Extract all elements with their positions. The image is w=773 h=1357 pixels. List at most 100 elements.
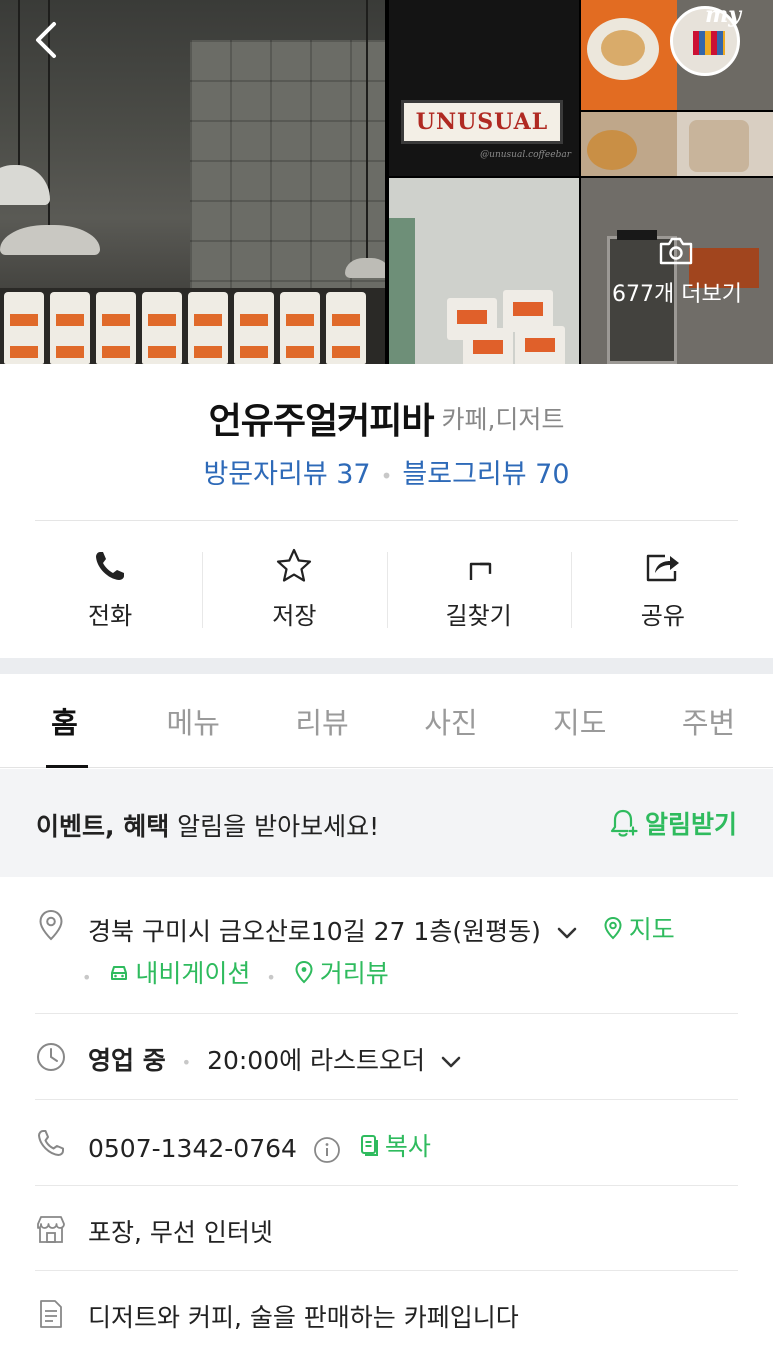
divider (35, 520, 738, 521)
share-label: 공유 (640, 602, 685, 630)
hours-line: 영업 중 • 20:00에 라스트오더 (88, 1041, 463, 1077)
navigation-link[interactable]: 내비게이션 (107, 954, 250, 990)
tab-reviews[interactable]: 리뷰 (258, 676, 387, 767)
photo-bagel[interactable] (581, 0, 677, 110)
notify-label: 알림받기 (644, 810, 737, 839)
banner-text: 이벤트, 혜택 알림을 받아보세요! (36, 807, 379, 843)
street-view-pin-icon (295, 960, 313, 984)
address-line: 경북 구미시 금오산로10길 27 1층(원평동) 지도 (88, 910, 675, 948)
navigation-label: 내비게이션 (135, 959, 251, 988)
pendant-lamp (0, 165, 50, 205)
call-label: 전화 (88, 602, 133, 630)
description-row: 디저트와 커피, 술을 판매하는 카페입니다 (0, 1271, 773, 1357)
phone-icon (96, 552, 125, 580)
share-button[interactable]: 공유 (570, 540, 755, 640)
cup-row (0, 292, 385, 364)
blog-reviews-link[interactable]: 블로그리뷰 70 (402, 459, 569, 490)
tab-photos[interactable]: 사진 (386, 676, 515, 767)
tile-wall (190, 40, 385, 290)
share-icon (646, 554, 679, 582)
star-icon (277, 548, 312, 582)
hours-row: 영업 중 • 20:00에 라스트오더 (0, 1014, 773, 1099)
map-link-label: 지도 (628, 915, 675, 944)
place-title-row: 언유주얼커피바 카페,디저트 (0, 392, 773, 444)
directions-button[interactable]: 길찾기 (386, 540, 571, 640)
car-icon (111, 966, 128, 980)
mug (515, 326, 565, 364)
store-sign: UNUSUAL (401, 100, 563, 144)
street-view-label: 거리뷰 (319, 959, 389, 988)
amenities-row: 포장, 무선 인터넷 (0, 1186, 773, 1271)
notification-banner: 이벤트, 혜택 알림을 받아보세요! 알림받기 (0, 769, 773, 877)
back-arrow-icon[interactable] (26, 18, 70, 62)
photo-pastry[interactable] (581, 112, 677, 176)
tab-bar: 홈 메뉴 리뷰 사진 지도 주변 (0, 676, 773, 768)
address-text: 경북 구미시 금오산로10길 27 1층(원평동) (88, 917, 541, 946)
lamp-cord (366, 0, 368, 258)
review-counts: 방문자리뷰 37 • 블로그리뷰 70 (0, 452, 773, 491)
document-icon (40, 1300, 62, 1328)
place-name: 언유주얼커피바 (208, 401, 435, 442)
copy-button[interactable]: 복사 (357, 1127, 431, 1163)
sign-subtext: @unusual.coffeebar (480, 150, 571, 160)
photo-drink[interactable] (677, 112, 773, 176)
notify-button[interactable]: 알림받기 (607, 805, 737, 841)
place-category: 카페,디저트 (441, 405, 565, 434)
save-button[interactable]: 저장 (202, 540, 386, 640)
street-view-link[interactable]: 거리뷰 (292, 954, 389, 990)
visitor-reviews-link[interactable]: 방문자리뷰 37 (203, 459, 370, 490)
separator-dot: • (82, 967, 92, 987)
tab-menu[interactable]: 메뉴 (129, 676, 258, 767)
separator-dot: • (380, 463, 393, 488)
lamp-cord (18, 0, 20, 165)
chevron-down-icon[interactable] (555, 921, 579, 945)
directions-icon (469, 562, 491, 580)
banner-rest: 알림을 받아보세요! (169, 812, 380, 841)
phone-row: 0507-1342-0764 복사 (0, 1100, 773, 1185)
store-icon (37, 1216, 65, 1243)
mug (463, 328, 513, 364)
map-pin-icon (604, 916, 622, 940)
my-label: my (705, 2, 742, 28)
separator-dot: • (266, 967, 276, 987)
avatar-image (693, 31, 725, 55)
bell-plus-icon (610, 809, 638, 837)
more-photos-link[interactable]: 677개 더보기 (581, 276, 773, 308)
tab-nearby[interactable]: 주변 (644, 676, 773, 767)
pendant-lamp (0, 225, 100, 255)
photo-gallery[interactable]: UNUSUAL @unusual.coffeebar my 677개 더보기 (0, 0, 773, 364)
phone-number[interactable]: 0507-1342-0764 (88, 1134, 297, 1163)
separator-dot: • (181, 1052, 192, 1072)
info-icon[interactable] (313, 1136, 341, 1164)
clock-icon (37, 1043, 65, 1071)
section-gap (0, 658, 773, 674)
location-pin-icon (39, 909, 63, 941)
hours-status: 영업 중 (88, 1046, 166, 1075)
description-text: 디저트와 커피, 술을 판매하는 카페입니다 (88, 1303, 519, 1332)
address-sublinks: • 내비게이션 • 거리뷰 (82, 954, 389, 990)
address-row: 경북 구미시 금오산로10길 27 1층(원평동) 지도 • 내비게이션 • 거… (0, 878, 773, 1013)
banner-bold: 이벤트, 혜택 (36, 812, 170, 841)
tab-map[interactable]: 지도 (515, 676, 644, 767)
window (389, 218, 415, 364)
photo-sign[interactable]: UNUSUAL @unusual.coffeebar (389, 0, 579, 176)
chevron-down-icon[interactable] (439, 1050, 463, 1074)
pendant-lamp (345, 258, 385, 278)
call-button[interactable]: 전화 (18, 540, 202, 640)
camera-icon (659, 237, 693, 265)
photo-cups-window[interactable] (389, 178, 579, 364)
hours-detail: 20:00에 라스트오더 (207, 1046, 426, 1075)
tab-home[interactable]: 홈 (0, 676, 129, 768)
sign-text: UNUSUAL (415, 109, 549, 135)
save-label: 저장 (272, 602, 317, 630)
phone-line: 0507-1342-0764 복사 (88, 1127, 431, 1164)
photo-storefront[interactable] (581, 178, 773, 364)
plate (587, 18, 659, 80)
amenities-text: 포장, 무선 인터넷 (88, 1218, 273, 1247)
action-bar: 전화 저장 길찾기 공유 (18, 540, 755, 640)
photo-overlay (581, 178, 773, 364)
copy-icon (360, 1135, 378, 1156)
map-link[interactable]: 지도 (601, 910, 675, 946)
phone-outline-icon (38, 1130, 64, 1156)
copy-label: 복사 (384, 1132, 431, 1161)
